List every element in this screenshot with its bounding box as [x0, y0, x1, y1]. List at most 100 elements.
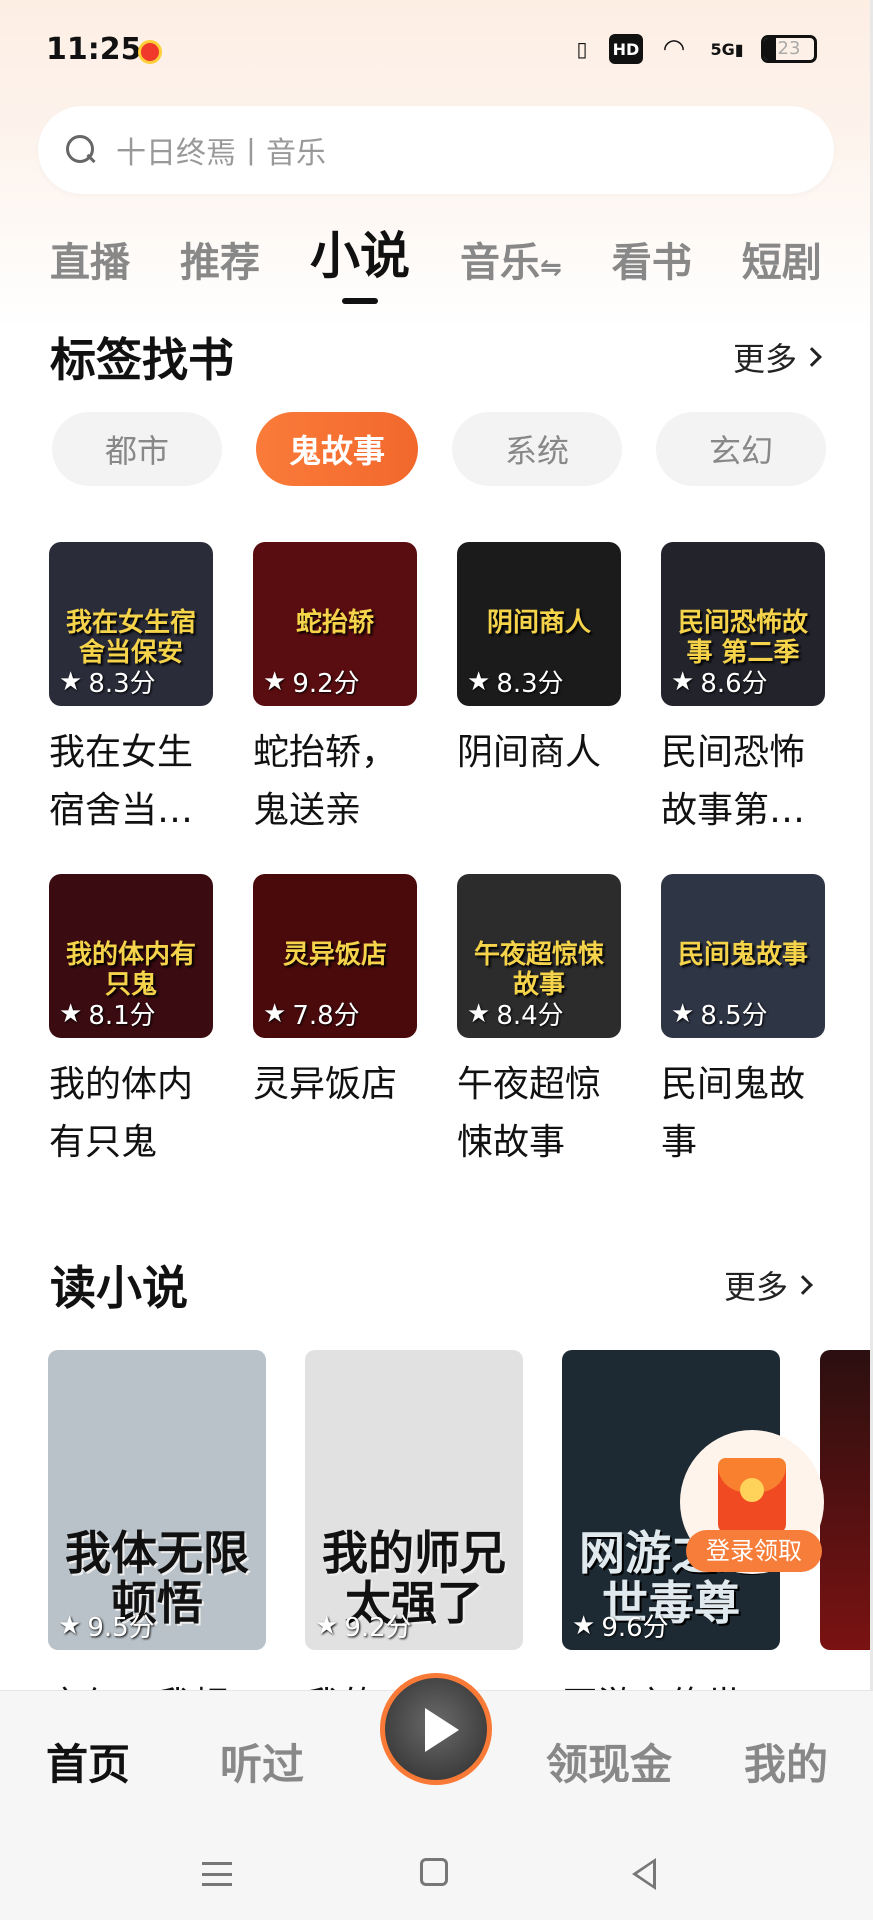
- book-rating: ★ 8.4分: [467, 995, 564, 1032]
- search-icon: [64, 133, 98, 167]
- now-playing-button[interactable]: [380, 1673, 492, 1785]
- play-icon: [425, 1708, 459, 1752]
- chip-system[interactable]: 系统: [452, 412, 622, 486]
- cover-title: 阴间商人: [486, 608, 591, 638]
- status-time: 11:25: [46, 32, 142, 67]
- system-navigation-bar: [0, 1820, 873, 1920]
- star-icon: ★: [671, 666, 695, 697]
- swap-icon: ⇋: [540, 253, 562, 283]
- rating-value: 9.6分: [601, 1613, 669, 1643]
- book-rating: ★ 8.3分: [467, 663, 564, 700]
- read-section-title: 读小说: [50, 1261, 188, 1315]
- book-card[interactable]: 我体无限顿悟 ★9.5分 玄幻：我顿…: [48, 1350, 266, 1728]
- rating-value: 7.8分: [292, 1001, 360, 1031]
- vibrate-icon: ▯: [576, 37, 588, 61]
- book-cover: 我的体内有只鬼 ★ 8.1分: [49, 874, 213, 1038]
- tab-music-label: 音乐: [460, 240, 540, 286]
- book-title: 民间恐怖故事第…: [661, 732, 806, 831]
- book-grid-row-2: 我的体内有只鬼 ★ 8.1分 我的体内有只鬼 灵异饭店 ★ 7.8分 灵异饭店 午夜…: [49, 874, 839, 1172]
- book-card[interactable]: 我的师兄太强了 ★9.2分 我的…: [305, 1350, 523, 1728]
- cover-title: 灵异饭店: [282, 940, 387, 970]
- star-icon: ★: [59, 666, 83, 697]
- coin-icon: [740, 1478, 764, 1502]
- chevron-right-icon: [793, 1275, 813, 1295]
- book-card[interactable]: 民间恐怖故事 第二季 ★ 8.6分 民间恐怖故事第…: [661, 542, 825, 840]
- more-label: 更多: [733, 340, 798, 378]
- nav-me[interactable]: 我的: [744, 1731, 828, 1792]
- book-card[interactable]: 午夜超惊悚故事 ★ 8.4分 午夜超惊悚故事: [457, 874, 621, 1172]
- nav-listened[interactable]: 听过: [220, 1731, 304, 1792]
- tab-music[interactable]: 音乐⇋: [460, 230, 562, 288]
- book-card[interactable]: 蛇抬轿 ★ 9.2分 蛇抬轿，鬼送亲: [253, 542, 417, 840]
- book-rating: ★ 8.5分: [671, 995, 768, 1032]
- star-icon: ★: [671, 998, 695, 1029]
- nav-earn-cash[interactable]: 领现金: [546, 1731, 672, 1792]
- book-cover-partial[interactable]: [820, 1350, 873, 1650]
- book-cover: 阴间商人 ★ 8.3分: [457, 542, 621, 706]
- book-title: 我的体内有只鬼: [49, 1064, 194, 1163]
- cover-title: 我的体内有只鬼: [65, 940, 196, 1000]
- book-card[interactable]: 阴间商人 ★ 8.3分 阴间商人: [457, 542, 621, 840]
- book-cover: 民间恐怖故事 第二季 ★ 8.6分: [661, 542, 825, 706]
- book-cover: 我的师兄太强了 ★ 9.2分: [305, 1350, 523, 1650]
- rating-value: 8.6分: [700, 669, 768, 699]
- cover-title: 我在女生宿舍当保安: [65, 608, 196, 668]
- star-icon: ★: [263, 998, 287, 1029]
- back-icon[interactable]: [632, 1858, 656, 1890]
- read-section-more[interactable]: 更多: [724, 1262, 813, 1308]
- novel-row: 我体无限顿悟 ★9.5分 玄幻：我顿… 我的师兄太强了 ★9.2分 我的… 网游…: [48, 1350, 780, 1728]
- star-icon: ★: [59, 998, 83, 1029]
- book-rating: ★ 9.2分: [315, 1607, 412, 1644]
- book-rating: ★ 7.8分: [263, 995, 360, 1032]
- category-tabs: 直播 推荐 小说 音乐⇋ 看书 短剧: [50, 218, 872, 288]
- book-cover: 蛇抬轿 ★ 9.2分: [253, 542, 417, 706]
- wifi-icon: ◠: [664, 34, 684, 64]
- book-card[interactable]: 民间鬼故事 ★ 8.5分 民间鬼故事: [661, 874, 825, 1172]
- cover-title: 民间恐怖故事 第二季: [677, 608, 808, 668]
- star-icon: ★: [263, 666, 287, 697]
- book-card[interactable]: 我的体内有只鬼 ★ 8.1分 我的体内有只鬼: [49, 874, 213, 1172]
- status-icons: ▯ HD ◠ 5G ▮ 23: [567, 34, 817, 64]
- tab-novel[interactable]: 小说: [310, 216, 410, 288]
- notification-app-icon: [138, 40, 162, 64]
- rating-value: 8.1分: [88, 1001, 156, 1031]
- star-icon: ★: [315, 1610, 339, 1641]
- rating-value: 8.5分: [700, 1001, 768, 1031]
- tag-section-more[interactable]: 更多: [733, 334, 822, 380]
- book-title: 阴间商人: [457, 732, 602, 773]
- book-card[interactable]: 我在女生宿舍当保安 ★ 8.3分 我在女生宿舍当…: [49, 542, 213, 840]
- chevron-right-icon: [802, 347, 822, 367]
- book-cover: 灵异饭店 ★ 7.8分: [253, 874, 417, 1038]
- red-packet-login-label[interactable]: 登录领取: [686, 1530, 822, 1572]
- rating-value: 9.2分: [292, 669, 360, 699]
- book-rating: ★ 8.6分: [671, 663, 768, 700]
- tag-section-title: 标签找书: [50, 333, 234, 387]
- chip-fantasy[interactable]: 玄幻: [656, 412, 826, 486]
- cover-title: 民间鬼故事: [677, 940, 808, 970]
- recent-apps-icon[interactable]: [202, 1862, 232, 1886]
- book-title: 蛇抬轿，鬼送亲: [253, 732, 398, 831]
- search-bar[interactable]: 十日终焉丨音乐: [38, 106, 834, 194]
- book-title: 灵异饭店: [253, 1064, 398, 1105]
- rating-value: 9.5分: [87, 1613, 155, 1643]
- book-cover: 我体无限顿悟 ★ 9.5分: [48, 1350, 266, 1650]
- tab-live[interactable]: 直播: [50, 230, 130, 288]
- tab-short-drama[interactable]: 短剧: [742, 230, 822, 288]
- book-title: 民间鬼故事: [661, 1064, 806, 1163]
- tab-recommend[interactable]: 推荐: [180, 230, 260, 288]
- status-bar: 11:25 ▯ HD ◠ 5G ▮ 23: [0, 0, 873, 100]
- tab-read[interactable]: 看书: [612, 230, 692, 288]
- cover-title: 蛇抬轿: [295, 608, 374, 638]
- home-icon[interactable]: [420, 1858, 448, 1886]
- book-grid-row-1: 我在女生宿舍当保安 ★ 8.3分 我在女生宿舍当… 蛇抬轿 ★ 9.2分 蛇抬轿，鬼…: [49, 542, 839, 840]
- cover-title: 午夜超惊悚故事: [473, 940, 604, 1000]
- book-title: 午夜超惊悚故事: [457, 1064, 602, 1163]
- chip-ghost-story[interactable]: 鬼故事: [256, 412, 418, 486]
- rating-value: 8.3分: [496, 669, 564, 699]
- rating-value: 8.3分: [88, 669, 156, 699]
- book-card[interactable]: 灵异饭店 ★ 7.8分 灵异饭店: [253, 874, 417, 1172]
- chip-urban[interactable]: 都市: [52, 412, 222, 486]
- cell-signal-icon: 5G ▮: [710, 39, 744, 59]
- hd-icon: HD: [609, 34, 643, 64]
- nav-home[interactable]: 首页: [46, 1731, 130, 1792]
